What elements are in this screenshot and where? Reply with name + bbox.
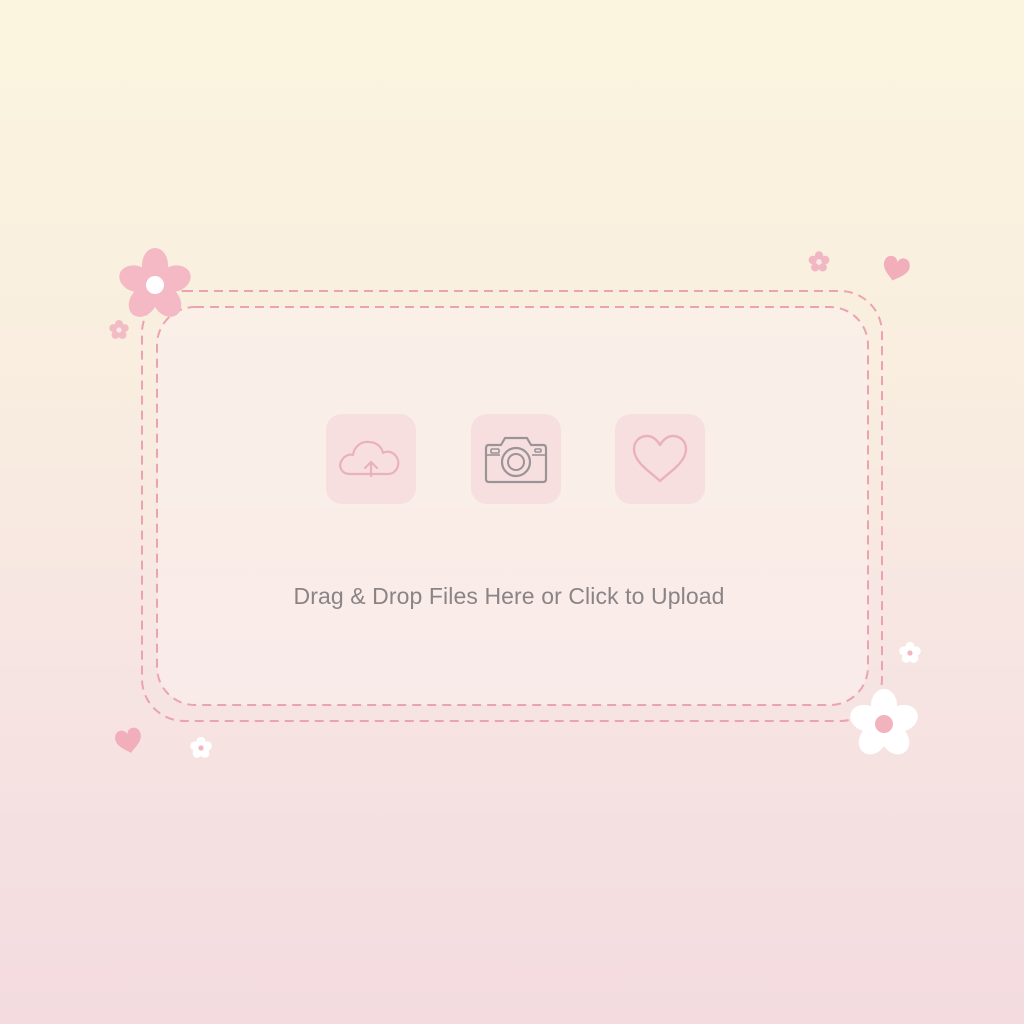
heart-icon-top-right (883, 255, 910, 281)
upload-dropzone[interactable]: Drag & Drop Files Here or Click to Uploa… (140, 289, 884, 723)
camera-button[interactable] (471, 414, 561, 504)
heart-icon (632, 434, 688, 483)
cloud-upload-icon (339, 440, 400, 478)
camera-icon (484, 436, 548, 484)
flower-icon-top-left (119, 248, 191, 317)
small-flower-icon-top-right (808, 251, 830, 272)
small-white-flower-icon-right (899, 641, 921, 663)
white-flower-icon-bottom-right (850, 689, 918, 755)
upload-prompt: Drag & Drop Files Here or Click to Uploa… (293, 583, 725, 609)
cloud-upload-button[interactable] (326, 414, 416, 504)
heart-icon-bottom-left (115, 727, 141, 753)
small-flower-icon-left (109, 320, 129, 339)
upload-options (326, 414, 706, 504)
favorite-button[interactable] (615, 414, 705, 504)
dashed-border (141, 290, 883, 722)
small-white-flower-icon-bottom-left (190, 736, 212, 758)
